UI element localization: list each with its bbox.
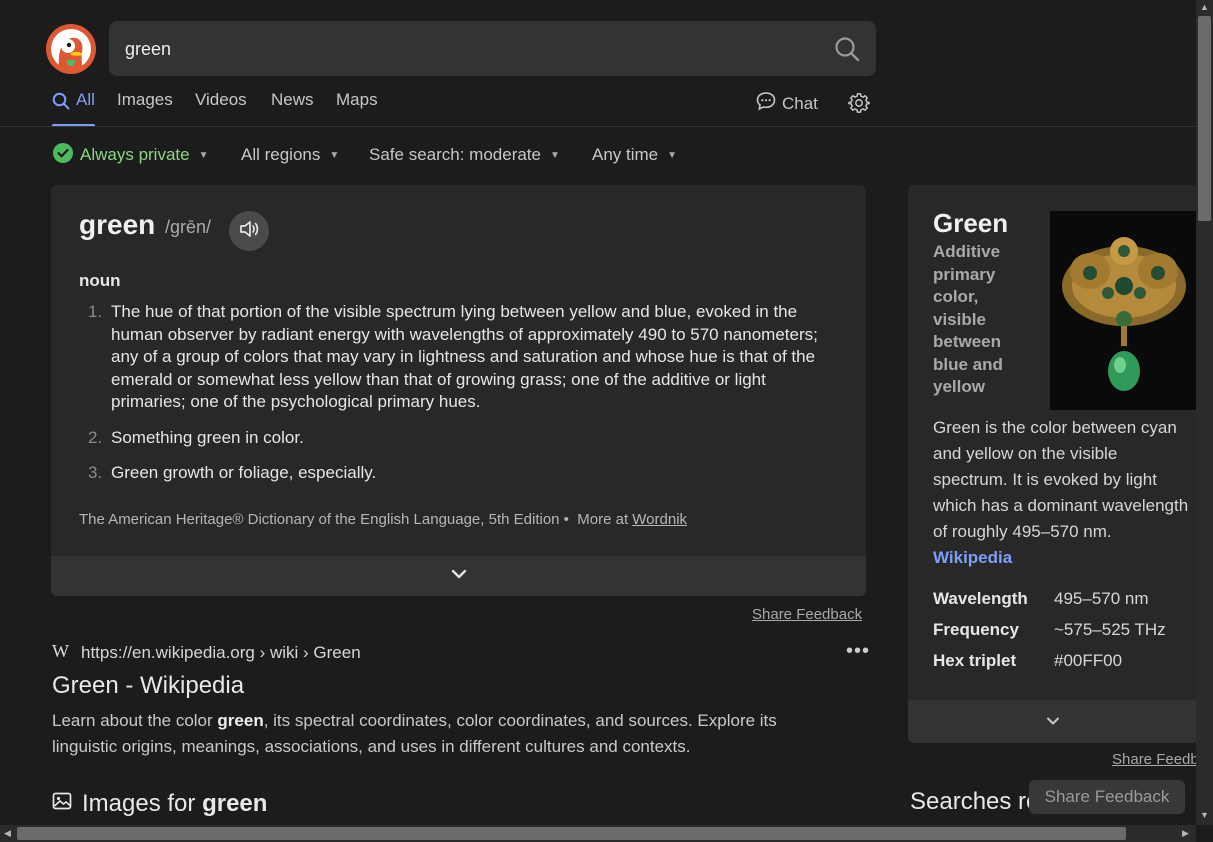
floating-share-feedback-button[interactable]: Share Feedback: [1029, 780, 1185, 814]
scroll-right-icon[interactable]: ▶: [1182, 828, 1189, 839]
play-pronunciation-button[interactable]: [229, 211, 269, 251]
chat-bubble-icon: [756, 91, 776, 116]
tab-label: Maps: [336, 90, 378, 109]
search-icon[interactable]: [834, 36, 860, 62]
wikipedia-link[interactable]: Wikipedia: [933, 548, 1012, 567]
chat-label: Chat: [782, 93, 818, 113]
panel-subtitle: Additive primary color, visible between …: [933, 242, 1003, 396]
safe-search-filter[interactable]: Safe search: moderate ▼: [369, 144, 560, 166]
wikipedia-favicon: W: [52, 641, 69, 661]
more-options-icon[interactable]: •••: [846, 640, 870, 663]
region-label: All regions: [241, 145, 321, 164]
checkmark-icon: [53, 142, 73, 168]
fact-value: #00FF00: [1054, 651, 1123, 670]
definition-text: Something green in color.: [111, 427, 304, 447]
safe-search-label: Safe search: moderate: [369, 145, 541, 164]
chat-button[interactable]: Chat: [756, 91, 818, 116]
panel-title: Green: [933, 208, 1009, 238]
caret-down-icon: ▼: [667, 149, 678, 161]
scroll-left-icon[interactable]: ◀: [4, 828, 11, 839]
panel-image[interactable]: [1050, 211, 1198, 410]
chevron-down-icon: [450, 567, 468, 585]
knowledge-panel: Green Additive primary color, visible be…: [908, 185, 1198, 743]
caret-down-icon: ▼: [549, 149, 560, 161]
tab-images[interactable]: Images: [117, 90, 173, 126]
search-box[interactable]: [109, 21, 876, 78]
fact-value: ~575–525 THz: [1054, 620, 1166, 639]
caret-down-icon: ▼: [329, 149, 340, 161]
definition-list: 1. The hue of that portion of the visible…: [79, 301, 819, 498]
privacy-label: Always private: [80, 145, 190, 164]
tab-maps[interactable]: Maps: [336, 90, 378, 126]
tab-videos[interactable]: Videos: [195, 90, 247, 126]
caret-down-icon: ▼: [198, 149, 209, 161]
definition-number: 1.: [88, 302, 103, 321]
definition-text: Green growth or foliage, especially.: [111, 463, 377, 482]
privacy-filter[interactable]: Always private ▼: [53, 142, 209, 168]
description-text: Green is the color between cyan and yell…: [933, 418, 1189, 541]
snippet-text: Learn about the color: [52, 711, 218, 730]
expand-definition-button[interactable]: [51, 556, 866, 596]
panel-share-feedback-link[interactable]: Share Feedb: [1112, 751, 1199, 768]
image-icon: [52, 790, 72, 818]
panel-description: Green is the color between cyan and yell…: [933, 415, 1195, 571]
images-prefix: Images for: [82, 790, 196, 817]
duckduckgo-logo[interactable]: [46, 24, 96, 74]
more-at-label: More at: [577, 511, 629, 528]
search-icon: [52, 90, 70, 115]
scroll-up-icon[interactable]: ▲: [1200, 2, 1209, 12]
definition-word: green: [79, 209, 156, 240]
expand-panel-button[interactable]: [908, 700, 1198, 743]
settings-gear-icon[interactable]: [848, 92, 870, 114]
header-divider: [0, 126, 1196, 127]
definition-item: 3. Green growth or foliage, especially.: [79, 462, 819, 485]
fact-key: Frequency: [933, 620, 1019, 639]
wordnik-link[interactable]: Wordnik: [632, 511, 687, 528]
scrollbar-corner: [1196, 825, 1213, 842]
images-section-heading[interactable]: Images for green: [52, 790, 267, 818]
horizontal-scroll-thumb[interactable]: [17, 827, 1126, 840]
region-filter[interactable]: All regions ▼: [241, 144, 339, 166]
search-input[interactable]: [123, 21, 817, 78]
definition-card: green /grēn/ noun 1. The hue of that port…: [51, 185, 866, 596]
result-title[interactable]: Green - Wikipedia: [52, 672, 244, 700]
tab-news[interactable]: News: [271, 90, 314, 126]
fact-key: Wavelength: [933, 589, 1028, 608]
fact-key: Hex triplet: [933, 651, 1017, 670]
source-text: The American Heritage® Dictionary of the…: [79, 511, 560, 528]
share-feedback-link[interactable]: Share Feedback: [752, 606, 862, 623]
definition-item: 1. The hue of that portion of the visible…: [79, 301, 819, 414]
tab-all[interactable]: All: [52, 90, 95, 127]
tab-label: All: [76, 90, 95, 109]
vertical-scroll-thumb[interactable]: [1198, 16, 1211, 221]
definition-number: 2.: [88, 427, 103, 447]
definition-source: The American Heritage® Dictionary of the…: [79, 511, 688, 528]
scroll-down-icon[interactable]: ▼: [1200, 810, 1209, 820]
snippet-highlight: green: [217, 711, 264, 730]
time-filter[interactable]: Any time ▼: [592, 144, 677, 166]
chevron-down-icon: [1046, 713, 1060, 731]
result-snippet: Learn about the color green, its spectra…: [52, 708, 832, 760]
result-url[interactable]: https://en.wikipedia.org › wiki › Green: [81, 643, 361, 663]
tab-label: Images: [117, 90, 173, 109]
images-term: green: [202, 790, 268, 817]
part-of-speech: noun: [79, 271, 121, 290]
definition-item: 2. Something green in color.: [79, 427, 819, 450]
time-label: Any time: [592, 145, 659, 164]
tab-label: News: [271, 90, 314, 109]
tab-label: Videos: [195, 90, 247, 109]
definition-number: 3.: [88, 463, 103, 482]
pronunciation: /grēn/: [165, 217, 212, 237]
definition-text: The hue of that portion of the visible s…: [111, 302, 818, 411]
related-searches-heading: Searches re: [910, 788, 1040, 815]
fact-value: 495–570 nm: [1054, 589, 1149, 608]
speaker-icon: [238, 218, 260, 245]
